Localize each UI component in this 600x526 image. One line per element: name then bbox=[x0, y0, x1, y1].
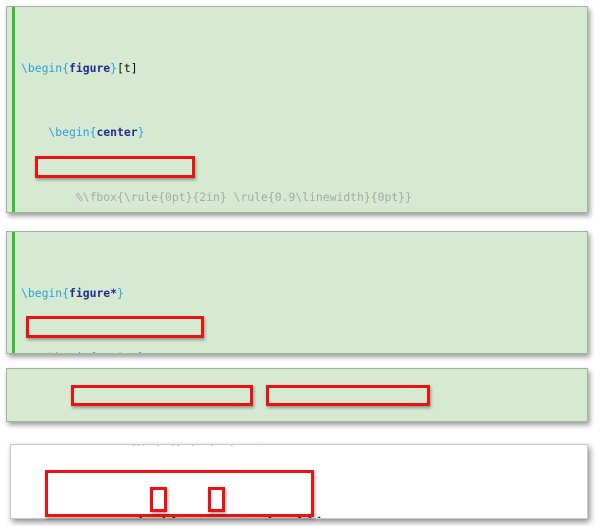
change-gutter-indicator bbox=[12, 232, 15, 353]
change-gutter-indicator bbox=[12, 7, 15, 212]
brace-open: { bbox=[62, 60, 70, 75]
brace-close: } bbox=[137, 125, 145, 140]
figure-block-code[interactable]: \begin{figure}[t] \begin{center} %\fbox{… bbox=[21, 11, 585, 212]
figure-star-block-code[interactable]: \begin{figure*} \begin{center} \fbox{\ru… bbox=[21, 236, 585, 353]
code-line-begin-center: \begin{center} bbox=[21, 349, 585, 353]
cmd-begin: \begin bbox=[21, 285, 63, 300]
brace-close: } bbox=[117, 285, 124, 300]
body-text-code[interactable]: Figure and table captions should be 9-po… bbox=[15, 373, 585, 421]
brace-open: { bbox=[62, 285, 70, 300]
comment-text: %\fbox{\rule{0pt}{2in} \rule{0.9\linewid… bbox=[21, 190, 412, 205]
env-name: center bbox=[96, 125, 138, 140]
cmd-begin: \begin bbox=[21, 60, 63, 75]
latex-body-text-code-block: Figure and table captions should be 9-po… bbox=[6, 368, 588, 422]
placement-option: [t] bbox=[117, 60, 138, 75]
code-line-begin-figure-star: \begin{figure*} bbox=[21, 285, 585, 301]
cmd-begin: \begin bbox=[21, 350, 89, 353]
pdf-paragraph: Figure and table captions should be 9-po… bbox=[11, 451, 587, 518]
pdf-clipped-line-above: iu i ij i i i . bbox=[131, 445, 587, 446]
pdf-clipped-line-below: Full on the table that the table in the … bbox=[29, 517, 587, 518]
brace-close: } bbox=[110, 60, 118, 75]
env-name: figure* bbox=[69, 285, 118, 300]
latex-figure-star-code-block: \begin{figure*} \begin{center} \fbox{\ru… bbox=[6, 231, 588, 354]
env-name: center bbox=[96, 350, 137, 353]
env-name: figure bbox=[69, 60, 111, 75]
code-line-begin-figure: \begin{figure}[t] bbox=[21, 60, 585, 76]
brace-close: } bbox=[138, 350, 145, 353]
rendered-pdf-output-block: iu i ij i i i . Figure and table caption… bbox=[10, 444, 588, 519]
latex-figure-code-block: \begin{figure}[t] \begin{center} %\fbox{… bbox=[6, 6, 588, 213]
cmd-begin: \begin bbox=[21, 125, 90, 140]
code-line-comment-fbox: %\fbox{\rule{0pt}{2in} \rule{0.9\linewid… bbox=[21, 189, 585, 205]
code-line-begin-center: \begin{center} bbox=[21, 124, 585, 140]
